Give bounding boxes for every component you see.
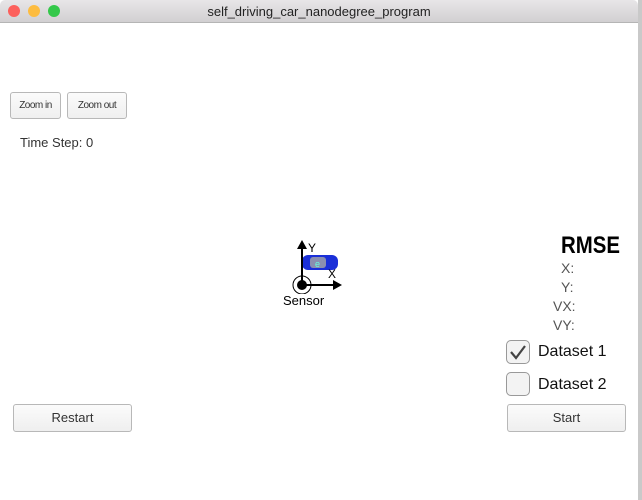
dataset-2-checkbox[interactable]	[506, 372, 530, 396]
axis-y-label: Y	[308, 241, 316, 255]
scene-canvas: e Y X	[292, 240, 342, 294]
time-step-label: Time Step: 0	[20, 135, 94, 150]
svg-text:e: e	[315, 259, 320, 269]
checkmark-icon	[510, 345, 526, 360]
dataset-1-label[interactable]: Dataset 1	[538, 343, 606, 361]
start-button[interactable]: Start	[507, 404, 626, 432]
rmse-y: Y:	[561, 279, 574, 295]
rmse-vx: VX:	[553, 298, 576, 314]
title-bar: self_driving_car_nanodegree_program	[0, 0, 638, 23]
zoom-in-button[interactable]: Zoom in	[10, 92, 61, 119]
sensor-label: Sensor	[283, 293, 325, 308]
background-window-edge	[638, 0, 642, 500]
rmse-title: RMSE	[561, 232, 620, 259]
rmse-vy: VY:	[553, 317, 575, 333]
rmse-x: X:	[561, 260, 575, 276]
dataset-1-checkbox[interactable]	[506, 340, 530, 364]
dataset-2-label[interactable]: Dataset 2	[538, 376, 606, 394]
axis-x-label: X	[328, 267, 336, 281]
zoom-out-button[interactable]: Zoom out	[67, 92, 127, 119]
restart-button[interactable]: Restart	[13, 404, 132, 432]
window-title: self_driving_car_nanodegree_program	[207, 4, 431, 19]
sensor-icon	[297, 280, 307, 290]
